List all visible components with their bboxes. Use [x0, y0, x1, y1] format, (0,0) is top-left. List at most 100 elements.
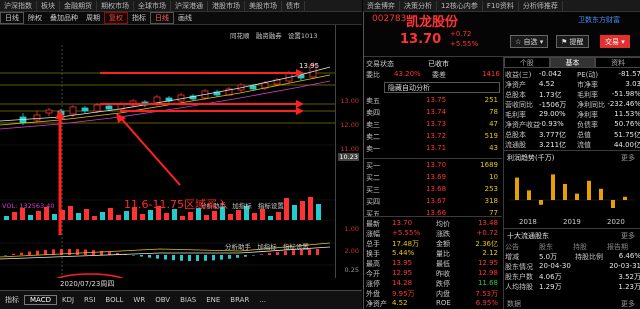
nav-item[interactable]: 港股市场	[208, 0, 245, 11]
fuquan-selector[interactable]: 复权	[104, 12, 128, 24]
book-label: 卖五	[366, 97, 380, 105]
macd-bar	[76, 249, 79, 255]
holder-b: 4.06万	[539, 273, 562, 281]
macd-bar	[140, 255, 143, 257]
footer-data[interactable]: 数据	[507, 299, 521, 309]
tool-add-indicator-2[interactable]: 加指标	[257, 243, 277, 251]
book-vol: 1689	[480, 161, 498, 169]
stat-label: 金额	[436, 240, 450, 248]
book-vol: 10	[489, 173, 498, 181]
fund-tab-2[interactable]: 资料	[595, 57, 640, 68]
profit-more-link[interactable]: 更多	[621, 153, 635, 163]
fund-label: 净利同比	[577, 101, 605, 109]
book-row: 卖五 13.75 251	[364, 96, 502, 108]
tab-0[interactable]: 指标	[0, 295, 24, 305]
nav-item[interactable]: 沪深港通	[171, 0, 208, 11]
macd-bar	[148, 255, 151, 258]
indicator-button[interactable]: 指标	[128, 13, 150, 23]
profit-bar	[611, 200, 615, 208]
stat-value: 2.12	[482, 249, 498, 257]
book-label: 卖三	[366, 121, 380, 129]
tab-9[interactable]: BRAR	[225, 296, 254, 304]
nav-item[interactable]: 债市	[282, 0, 305, 11]
weicha-label: 委差	[432, 71, 446, 79]
rights-button[interactable]: 除权	[24, 13, 46, 23]
tab-4[interactable]: BOLL	[100, 296, 128, 304]
nav-item[interactable]: 12核心内参	[437, 0, 483, 11]
weibi-value: 43.20%	[394, 70, 421, 78]
tool-margin[interactable]: 融资融券	[256, 32, 282, 40]
stat-row: 总手 17.48万 金额 2.36亿	[364, 239, 502, 249]
self-select-button[interactable]: ☆ 自选 ▾	[510, 35, 549, 48]
tool-settings[interactable]: 设置1013	[288, 32, 318, 40]
tab-5[interactable]: WR	[128, 296, 150, 304]
tool-indicator-settings[interactable]: 指标设置	[258, 202, 284, 210]
nav-item[interactable]: 美股市场	[245, 0, 282, 11]
stat-label: 昨收	[436, 270, 450, 278]
stat-label: 最低	[436, 260, 450, 268]
tab-2[interactable]: KDJ	[57, 296, 79, 304]
footer-more[interactable]: 更多	[621, 299, 635, 309]
tab-3[interactable]: RSI	[79, 296, 100, 304]
profit-bar	[587, 180, 591, 200]
candle-body	[81, 107, 89, 112]
auto-analysis-toggle[interactable]: 隐藏自动分析	[384, 82, 500, 93]
volume-bar	[284, 198, 289, 220]
fund-label: 毛利率	[577, 91, 598, 99]
info-label[interactable]: 卫数东方财富	[578, 15, 620, 25]
tab-10[interactable]: ...	[254, 296, 271, 304]
period-button[interactable]: 日线	[0, 12, 24, 24]
tool-add-indicator[interactable]: 加指标	[232, 202, 252, 210]
macd-bar	[172, 255, 175, 261]
fund-tab-1[interactable]: 基本	[549, 57, 596, 68]
nav-item[interactable]: 沪深指数	[0, 0, 37, 11]
nav-item[interactable]: 期权市场	[97, 0, 134, 11]
nav-item[interactable]: F10资料	[483, 0, 519, 11]
cycle-button[interactable]: 周期	[82, 13, 104, 23]
volume-bar	[236, 210, 241, 220]
profit-year: 2018	[519, 218, 537, 226]
nav-item[interactable]: 决策分析	[400, 0, 437, 11]
nav-item[interactable]: 资金博弈	[363, 0, 400, 11]
high-price-label: 13.95	[299, 62, 320, 70]
stat-label: 涨幅	[366, 230, 380, 238]
alert-button[interactable]: ⚑ 提醒	[556, 35, 589, 48]
tab-1[interactable]: MACD	[24, 295, 57, 305]
fund-value: -232.46%	[607, 100, 640, 108]
sell-book: 卖五 13.75 251 卖四 13.74 78 卖三 13.73 47 卖二 13.72 519 卖一…	[364, 96, 502, 156]
fund-row: 总股本 3.777亿 总值 51.75亿	[505, 130, 640, 140]
book-vol: 47	[489, 120, 498, 128]
tab-8[interactable]: ENE	[201, 296, 225, 304]
fund-value: -81.57	[618, 70, 640, 78]
trade-button[interactable]: 交易 ▾	[600, 35, 630, 48]
nav-item[interactable]: 全球市场	[134, 0, 171, 11]
book-row: 卖一 13.71 43	[364, 144, 502, 156]
tab-7[interactable]: BIAS	[175, 296, 201, 304]
holders-more-link[interactable]: 更多	[621, 231, 635, 241]
daily-mode-button[interactable]: 日线	[150, 12, 174, 24]
buy-zone-annotation: 11.6-11.75区域买入	[124, 198, 228, 211]
volume-bar	[252, 213, 257, 220]
holder-d: 6.46%	[618, 252, 640, 260]
nav-item[interactable]: 分析师推荐	[519, 0, 563, 11]
fund-value: -51.98%	[611, 90, 640, 98]
nav-item[interactable]: 板块	[37, 0, 60, 11]
price-change-pct: +5.55%	[450, 40, 479, 48]
profit-year: 2019	[563, 218, 581, 226]
book-vol: 78	[489, 108, 498, 116]
tool-tonghuashun[interactable]: 同花顺	[230, 32, 250, 40]
price-axis: 13.00 12.00 11.00 10.23 1.00 2.00 0.25	[335, 25, 362, 278]
volume-bar	[92, 216, 97, 220]
tab-6[interactable]: OBV	[150, 296, 175, 304]
tool-indicator-settings-2[interactable]: 指标设置	[283, 243, 309, 251]
candle-body	[45, 109, 53, 114]
holder-b: 1.29万	[539, 283, 562, 291]
holder-a: 增减	[505, 253, 519, 261]
draw-button[interactable]: 画线	[174, 13, 196, 23]
fund-tab-0[interactable]: 个股	[504, 57, 550, 68]
tool-analysis-2[interactable]: 分析助手	[225, 243, 251, 251]
macd-bar	[4, 255, 7, 256]
nav-item[interactable]: 金融期货	[60, 0, 97, 11]
stat-value: 13.48	[477, 219, 498, 227]
overlay-button[interactable]: 叠加品种	[46, 13, 82, 23]
